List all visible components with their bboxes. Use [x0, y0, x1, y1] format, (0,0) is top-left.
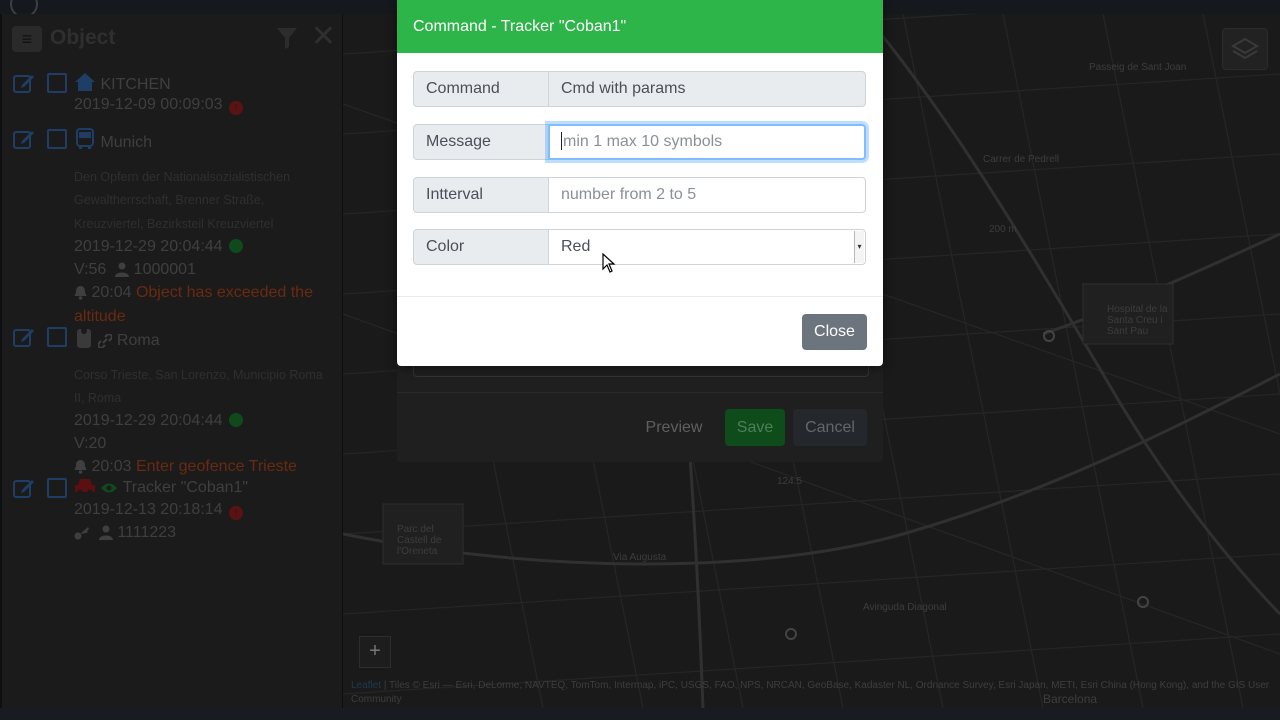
edit-icon[interactable] — [13, 128, 35, 150]
object-address-line: Gewaltherrschaft, Brenner Straße, — [74, 193, 265, 207]
object-checkbox[interactable] — [47, 327, 67, 347]
mouse-cursor-icon — [602, 253, 616, 273]
map-street-label: Carrer de Pedrell — [983, 154, 1060, 165]
object-name: Munich — [100, 134, 153, 151]
map-street-label: Passeig de Sant Joan — [1089, 62, 1187, 73]
home-icon — [75, 73, 95, 91]
edit-icon[interactable] — [13, 72, 35, 94]
object-user-id: 1111223 — [117, 524, 177, 541]
message-label: Message — [413, 124, 549, 160]
text-caret — [561, 132, 562, 150]
object-checkbox[interactable] — [47, 73, 67, 93]
close-icon[interactable]: ✕ — [311, 20, 336, 54]
bell-icon — [74, 286, 87, 300]
command-label: Command — [413, 71, 549, 107]
key-icon — [74, 527, 89, 540]
message-placeholder: min 1 max 10 symbols — [563, 133, 723, 150]
object-address-line: Corso Trieste, San Lorenzo, Municipio Ro… — [74, 368, 323, 382]
object-sidebar: ≡ Object ✕ KITCHEN 2019-12-09 00:09:03 ! — [2, 14, 343, 708]
event-time: 20:04 — [91, 284, 132, 301]
event-text: Object has exceeded the — [135, 284, 313, 301]
person-icon — [77, 328, 91, 348]
object-name: Tracker "Coban1" — [122, 479, 249, 496]
object-checkbox[interactable] — [47, 129, 67, 149]
object-name: Roma — [116, 332, 160, 349]
zoom-in-button[interactable]: + — [359, 636, 391, 668]
map-scale-label: 200 m — [989, 224, 1017, 235]
map-poi-label: Parc del Castell de l'Oreneta — [397, 524, 442, 557]
eye-icon[interactable] — [100, 481, 118, 495]
dialog-divider — [397, 392, 883, 393]
sidebar-header: ≡ Object ✕ — [2, 14, 342, 64]
leaflet-link[interactable]: Leaflet — [351, 680, 381, 691]
modal-footer-divider — [397, 296, 883, 297]
color-field: Color Red ▾ — [413, 229, 866, 265]
event-time: 20:03 — [91, 458, 132, 475]
interval-label: Intterval — [413, 177, 549, 213]
command-value: Cmd with params — [548, 71, 866, 107]
map-attribution: Leaflet | Tiles © Esri — Esri, DeLorme, … — [351, 679, 1276, 707]
attribution-text: | Tiles © Esri — Esri, DeLorme, NAVTEQ, … — [351, 680, 1270, 705]
offline-status-icon: ! — [229, 101, 244, 115]
object-speed: V:56 — [74, 261, 107, 278]
edit-icon[interactable] — [13, 477, 35, 499]
close-button[interactable]: Close — [802, 314, 867, 350]
menu-icon[interactable]: ≡ — [12, 26, 42, 52]
object-address-line: II, Roma — [74, 391, 122, 405]
event-text: Enter geofence Trieste — [135, 458, 297, 475]
object-address-line: Kreuzviertel, Bezirksteil Kreuzviertel — [74, 217, 274, 231]
interval-field: Intterval number from 2 to 5 — [413, 177, 866, 213]
bus-icon — [76, 128, 94, 149]
map-elevation-label: 124.5 — [777, 476, 803, 487]
online-status-icon — [229, 239, 244, 253]
message-field: Message min 1 max 10 symbols — [413, 124, 866, 160]
command-modal: Command - Tracker "Coban1" Command Cmd w… — [397, 0, 883, 366]
link-icon — [98, 334, 113, 348]
edit-icon[interactable] — [13, 326, 35, 348]
sidebar-title: Object — [50, 26, 116, 49]
interval-placeholder: number from 2 to 5 — [561, 186, 697, 203]
object-user-id: 1000001 — [133, 261, 196, 278]
filter-icon[interactable] — [276, 26, 298, 50]
map-poi-label: Hospital de la Santa Creu i Sant Pau — [1107, 304, 1168, 337]
color-selected-value: Red — [561, 238, 591, 255]
layers-icon[interactable] — [1222, 28, 1268, 70]
object-time: 2019-12-09 00:09:03 — [74, 96, 223, 113]
message-input[interactable]: min 1 max 10 symbols — [548, 124, 866, 160]
object-name: KITCHEN — [100, 76, 171, 93]
save-button[interactable]: Save — [725, 409, 785, 446]
preview-button[interactable]: Preview — [637, 410, 711, 446]
bell-icon — [74, 460, 87, 474]
map-street-label: Via Augusta — [613, 552, 667, 563]
modal-title: Command - Tracker "Coban1" — [397, 0, 883, 53]
select-arrow-icon[interactable]: ▾ — [854, 231, 864, 263]
interval-input[interactable]: number from 2 to 5 — [548, 177, 866, 213]
bottom-bar — [0, 708, 1280, 720]
car-icon — [75, 479, 95, 495]
color-select[interactable]: Red ▾ — [548, 229, 866, 265]
object-checkbox[interactable] — [47, 478, 67, 498]
object-time: 2019-12-29 20:04:44 — [74, 238, 223, 255]
color-label: Color — [413, 229, 549, 265]
object-time: 2019-12-13 20:18:14 — [74, 501, 223, 518]
object-speed: V:20 — [74, 435, 107, 452]
map-street-label: Avinguda Diagonal — [863, 602, 947, 613]
online-status-icon — [229, 413, 244, 427]
command-field: Command Cmd with params — [413, 71, 866, 107]
cancel-button[interactable]: Cancel — [793, 409, 867, 446]
offline-status-icon: ! — [229, 506, 244, 520]
object-address-line: Den Opfern der Nationalsozialistischen — [74, 170, 291, 184]
object-time: 2019-12-29 20:04:44 — [74, 412, 223, 429]
user-icon — [98, 525, 113, 540]
event-text-continued: altitude — [74, 308, 126, 325]
user-icon — [115, 262, 130, 277]
